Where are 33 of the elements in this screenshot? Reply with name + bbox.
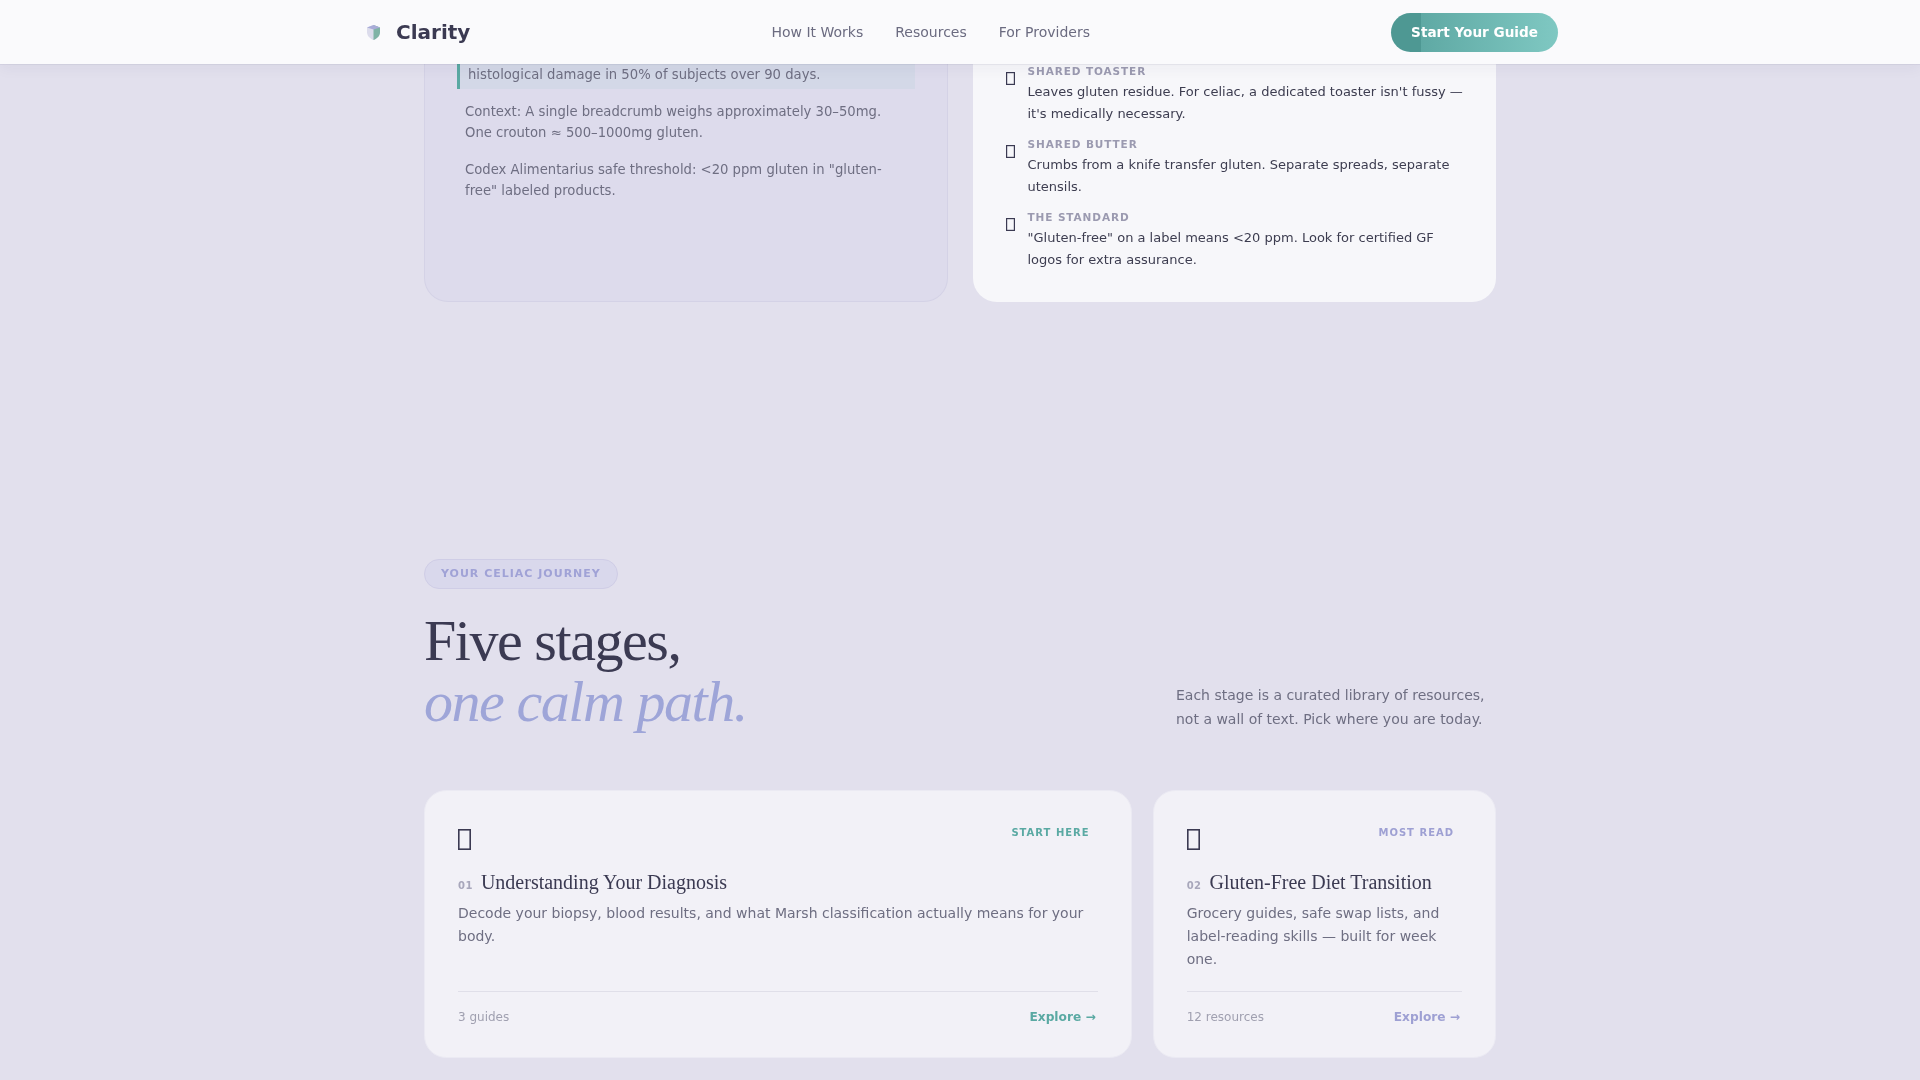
resource-count: 12 resources — [1186, 1009, 1264, 1027]
tip-label: SHARED BUTTER — [1027, 137, 1139, 151]
note-text: Codex Alimentarius safe threshold: <20 ppm gluten in "gluten-free" labeled products. — [464, 161, 883, 200]
tip-text: "Gluten-free" on a label means <20 ppm. Look for certified GF logos for extra assurance. — [1027, 229, 1435, 269]
missing-glyph-icon — [1005, 72, 1015, 85]
stage-number: 01 — [458, 879, 473, 893]
highlight-callout: histological damage in 50% of subjects over 90 days. — [457, 64, 915, 89]
section-heading: Five stages, — [424, 610, 682, 671]
shield-icon — [367, 24, 380, 40]
tip-text: Crumbs from a knife transfer gluten. Separate spreads, separate utensils. — [1027, 156, 1451, 196]
note-text: Context: A single breadcrumb weighs approximately 30–50mg. One crouton ≈ 500–1000mg gluten. — [464, 103, 883, 142]
stage-title: Gluten-Free Diet Transition — [1209, 870, 1432, 894]
section-eyebrow: YOUR CELIAC JOURNEY — [424, 559, 618, 589]
missing-glyph-icon — [1005, 145, 1015, 158]
missing-glyph-icon — [1005, 218, 1015, 231]
missing-glyph-icon — [1186, 829, 1200, 850]
tip-label: THE STANDARD — [1027, 210, 1131, 224]
nav-link[interactable]: How It Works — [771, 21, 864, 43]
resource-count: 3 guides — [458, 1009, 510, 1027]
stage-title: Understanding Your Diagnosis — [480, 870, 728, 894]
missing-glyph-icon — [458, 829, 471, 850]
stage-tag: START HERE — [1011, 826, 1090, 840]
stage-description: Decode your biopsy, blood results, and what Marsh classification actually means for your body. — [458, 904, 1085, 946]
tip-text: Leaves gluten residue. For celiac, a dedicated toaster isn't fussy — it's medically necessary. — [1027, 83, 1464, 123]
tip-label: SHARED TOASTER — [1027, 64, 1148, 78]
stage-number: 02 — [1186, 879, 1202, 893]
stage-tag: MOST READ — [1378, 826, 1454, 840]
nav-link[interactable]: Resources — [895, 21, 967, 43]
brand-logo[interactable]: Clarity — [367, 22, 471, 42]
section-heading-accent: one calm path. — [424, 671, 747, 732]
section-intro: Each stage is a curated library of resources, not a wall of text. Pick where you are today. — [1176, 686, 1486, 729]
stage-description: Grocery guides, safe swap lists, and label-reading skills — built for week one. — [1186, 904, 1441, 969]
nav-link[interactable]: For Providers — [998, 21, 1090, 43]
